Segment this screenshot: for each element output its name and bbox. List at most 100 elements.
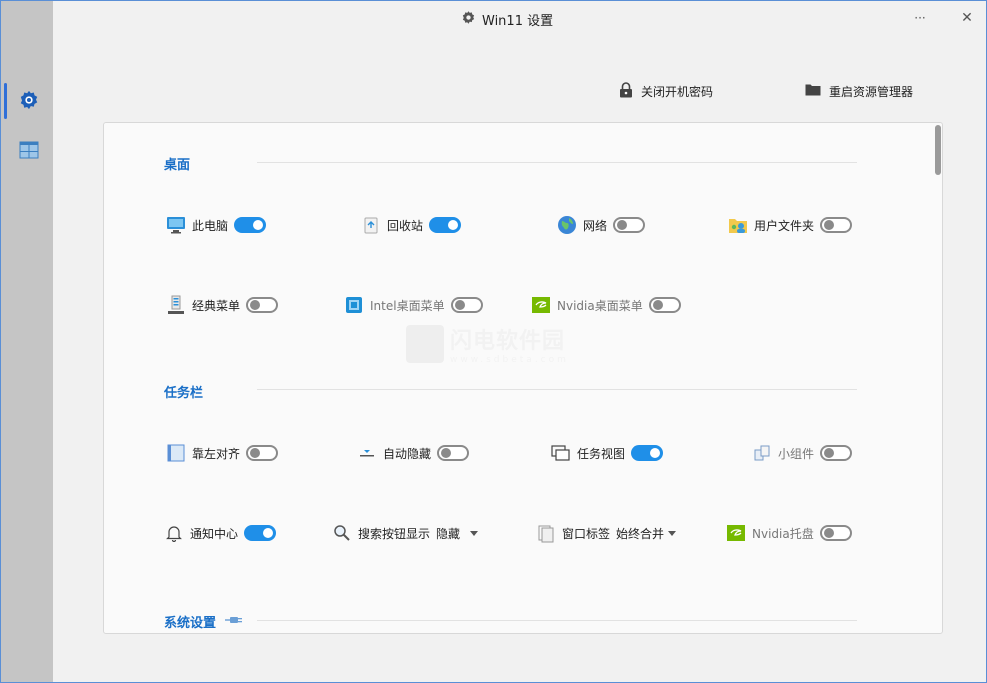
section-title-desktop: 桌面 [164, 158, 191, 173]
section-divider [257, 620, 857, 621]
window-tabs-icon [536, 523, 556, 543]
grid-window-icon [19, 141, 39, 162]
chevron-down-icon [470, 530, 479, 536]
close-icon: ✕ [961, 10, 973, 26]
task-view-toggle[interactable] [631, 445, 664, 461]
scrollbar-thumb[interactable] [935, 125, 941, 175]
window-title: Win11 设置 [461, 10, 553, 29]
this-pc-toggle[interactable] [234, 217, 267, 233]
sidebar [1, 1, 53, 682]
window-tabs-select[interactable]: 始终合并 [616, 525, 677, 542]
app-window: Win11 设置 ··· ✕ 关闭开机密码 重启资源管理器 闪电软件园 www.… [0, 0, 987, 683]
setting-recycle-bin: 回收站 [361, 215, 462, 235]
scrollbar[interactable] [935, 125, 941, 631]
section-divider [257, 389, 857, 390]
gear-icon [461, 10, 476, 29]
section-title-system-text: 系统设置 [164, 616, 217, 631]
setting-user-folder: 用户文件夹 [728, 215, 853, 235]
align-left-icon [166, 443, 186, 463]
align-left-toggle[interactable] [246, 445, 279, 461]
task-view-icon [551, 443, 571, 463]
nvidia-menu-toggle[interactable] [648, 297, 681, 313]
setting-auto-hide: 自动隐藏 [357, 443, 470, 463]
classic-menu-icon [166, 295, 186, 315]
setting-label: 靠左对齐 [192, 446, 241, 461]
setting-label: 窗口标签 [562, 526, 611, 541]
setting-nvidia-menu: Nvidia桌面菜单 [531, 295, 681, 315]
intel-icon [344, 295, 364, 315]
setting-label: 网络 [583, 218, 608, 233]
user-folder-toggle[interactable] [820, 217, 853, 233]
setting-widgets: 小组件 [752, 443, 853, 463]
settings-panel: 闪电软件园 www.sdbeta.com 桌面 此电脑 回收站 网络 用户文件夹… [103, 122, 943, 634]
setting-this-pc: 此电脑 [166, 215, 267, 235]
setting-notification-center: 通知中心 [164, 523, 277, 543]
recycle-bin-icon [361, 215, 381, 235]
more-icon: ··· [914, 11, 926, 25]
widgets-toggle[interactable] [820, 445, 853, 461]
disable-password-label: 关闭开机密码 [641, 84, 714, 99]
sidebar-item-windows[interactable] [15, 137, 43, 165]
setting-label: Nvidia托盘 [752, 526, 814, 541]
monitor-icon [166, 215, 186, 235]
setting-window-tabs: 窗口标签 始终合并 [536, 523, 677, 543]
setting-label: 搜索按钮显示 [358, 526, 431, 541]
nvidia-tray-toggle[interactable] [819, 525, 852, 541]
section-title-system: 系统设置 [164, 612, 244, 631]
setting-label: 任务视图 [577, 446, 626, 461]
window-title-text: Win11 设置 [482, 14, 554, 29]
setting-network: 网络 [557, 215, 646, 235]
auto-hide-toggle[interactable] [437, 445, 470, 461]
setting-label: 小组件 [778, 446, 815, 461]
setting-label: 自动隐藏 [383, 446, 432, 461]
lock-icon [619, 81, 633, 101]
search-icon [332, 523, 352, 543]
setting-label: Nvidia桌面菜单 [557, 298, 643, 313]
watermark-subtext: www.sdbeta.com [450, 355, 569, 365]
section-title-taskbar: 任务栏 [164, 386, 204, 401]
chevron-down-icon [668, 530, 677, 536]
nvidia-icon [726, 523, 746, 543]
setting-label: 通知中心 [190, 526, 239, 541]
sidebar-item-settings[interactable] [15, 87, 43, 115]
sidebar-active-indicator [4, 83, 7, 119]
setting-label: 经典菜单 [192, 298, 241, 313]
select-value: 隐藏 [436, 526, 461, 541]
intel-menu-toggle[interactable] [450, 297, 483, 313]
setting-nvidia-tray: Nvidia托盘 [726, 523, 852, 543]
globe-icon [557, 215, 577, 235]
notification-center-toggle[interactable] [244, 525, 277, 541]
setting-label: 回收站 [387, 218, 424, 233]
watermark-text: 闪电软件园 [450, 329, 566, 354]
title-bar: Win11 设置 ··· ✕ [53, 1, 986, 35]
close-button[interactable]: ✕ [955, 7, 979, 29]
setting-label: 用户文件夹 [754, 218, 815, 233]
watermark-logo [406, 325, 444, 363]
setting-align-left: 靠左对齐 [166, 443, 279, 463]
classic-menu-toggle[interactable] [246, 297, 279, 313]
gear-icon [18, 89, 40, 114]
section-divider [257, 162, 857, 163]
user-folder-icon [728, 215, 748, 235]
auto-hide-icon [357, 443, 377, 463]
nvidia-icon [531, 295, 551, 315]
setting-search-button: 搜索按钮显示 隐藏 [332, 523, 479, 543]
setting-classic-menu: 经典菜单 [166, 295, 279, 315]
restart-explorer-label: 重启资源管理器 [829, 84, 914, 99]
widgets-icon [752, 443, 772, 463]
disable-password-button[interactable]: 关闭开机密码 [619, 81, 713, 101]
search-button-select[interactable]: 隐藏 [436, 525, 479, 542]
setting-intel-menu: Intel桌面菜单 [344, 295, 483, 315]
recycle-bin-toggle[interactable] [429, 217, 462, 233]
setting-label: Intel桌面菜单 [370, 298, 445, 313]
network-toggle[interactable] [613, 217, 646, 233]
folder-icon [805, 83, 821, 99]
setting-label: 此电脑 [192, 218, 229, 233]
more-button[interactable]: ··· [908, 7, 932, 29]
watermark: 闪电软件园 www.sdbeta.com [406, 323, 569, 365]
plug-icon [224, 614, 244, 629]
select-value: 始终合并 [616, 526, 665, 541]
setting-task-view: 任务视图 [551, 443, 664, 463]
bell-icon [164, 523, 184, 543]
restart-explorer-button[interactable]: 重启资源管理器 [805, 81, 913, 101]
